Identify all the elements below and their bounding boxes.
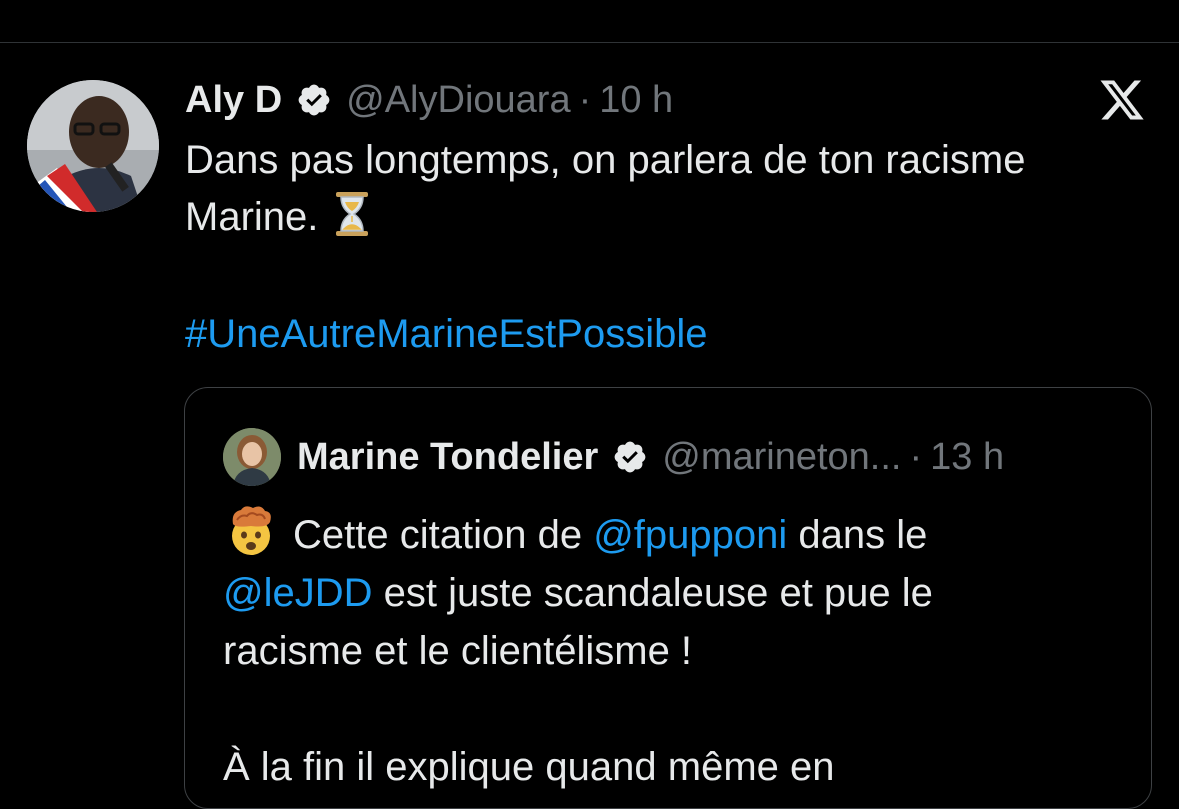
separator-dot: · [909, 435, 923, 478]
quoted-text-line-2: @leJDD est juste scandaleuse et pue le [223, 564, 1123, 622]
quoted-tweet-header: Marine Tondelier @marineton... · 13 h [297, 434, 1004, 480]
tweet-header: Aly D @AlyDiouara · 10 h [185, 76, 673, 124]
quoted-text-line-1-suffix: dans le [798, 513, 928, 557]
mention-link-fpupponi[interactable]: @fpupponi [593, 513, 787, 557]
quoted-avatar[interactable] [223, 428, 281, 486]
quoted-tweet-text: Cette citation de @fpupponi dans le @leJ… [223, 502, 1123, 796]
quoted-timestamp[interactable]: 13 h [930, 436, 1004, 479]
quoted-text-line-1: Cette citation de @fpupponi dans le [223, 502, 1123, 564]
tweet-text-line-2: Marine. [185, 189, 1165, 246]
quoted-text-blank-line [223, 680, 1123, 738]
quoted-author-name[interactable]: Marine Tondelier [297, 436, 598, 479]
avatar[interactable] [27, 80, 159, 212]
tweet-text: Dans pas longtemps, on parlera de ton ra… [185, 132, 1165, 246]
top-divider [0, 42, 1179, 43]
timestamp[interactable]: 10 h [599, 79, 673, 122]
tweet-text-line-2-text: Marine. [185, 195, 319, 239]
author-handle[interactable]: @AlyDiouara [346, 79, 570, 122]
quoted-text-line-3: racisme et le clientélisme ! [223, 629, 693, 673]
quoted-tweet-card[interactable]: Marine Tondelier @marineton... · 13 h Ce… [184, 387, 1152, 809]
quoted-text-line-2-suffix: est juste scandaleuse et pue le [383, 571, 933, 615]
tweet-text-line-1: Dans pas longtemps, on parlera de ton ra… [185, 138, 1026, 182]
verified-badge-icon [296, 82, 332, 118]
quoted-text-line-1-prefix: Cette citation de [293, 513, 583, 557]
exploding-head-emoji [223, 502, 279, 558]
separator-dot: · [578, 78, 592, 121]
hashtag-link[interactable]: #UneAutreMarineEstPossible [185, 306, 707, 363]
hourglass-emoji [332, 190, 372, 238]
mention-link-lejdd[interactable]: @leJDD [223, 571, 373, 615]
author-name[interactable]: Aly D [185, 79, 282, 122]
avatar-image [27, 80, 159, 212]
quoted-author-handle[interactable]: @marineton... [662, 436, 901, 479]
x-logo-icon[interactable] [1097, 76, 1147, 124]
verified-badge-icon [612, 439, 648, 475]
quoted-text-line-5: À la fin il explique quand même en [223, 745, 835, 789]
quoted-avatar-image [223, 428, 281, 486]
